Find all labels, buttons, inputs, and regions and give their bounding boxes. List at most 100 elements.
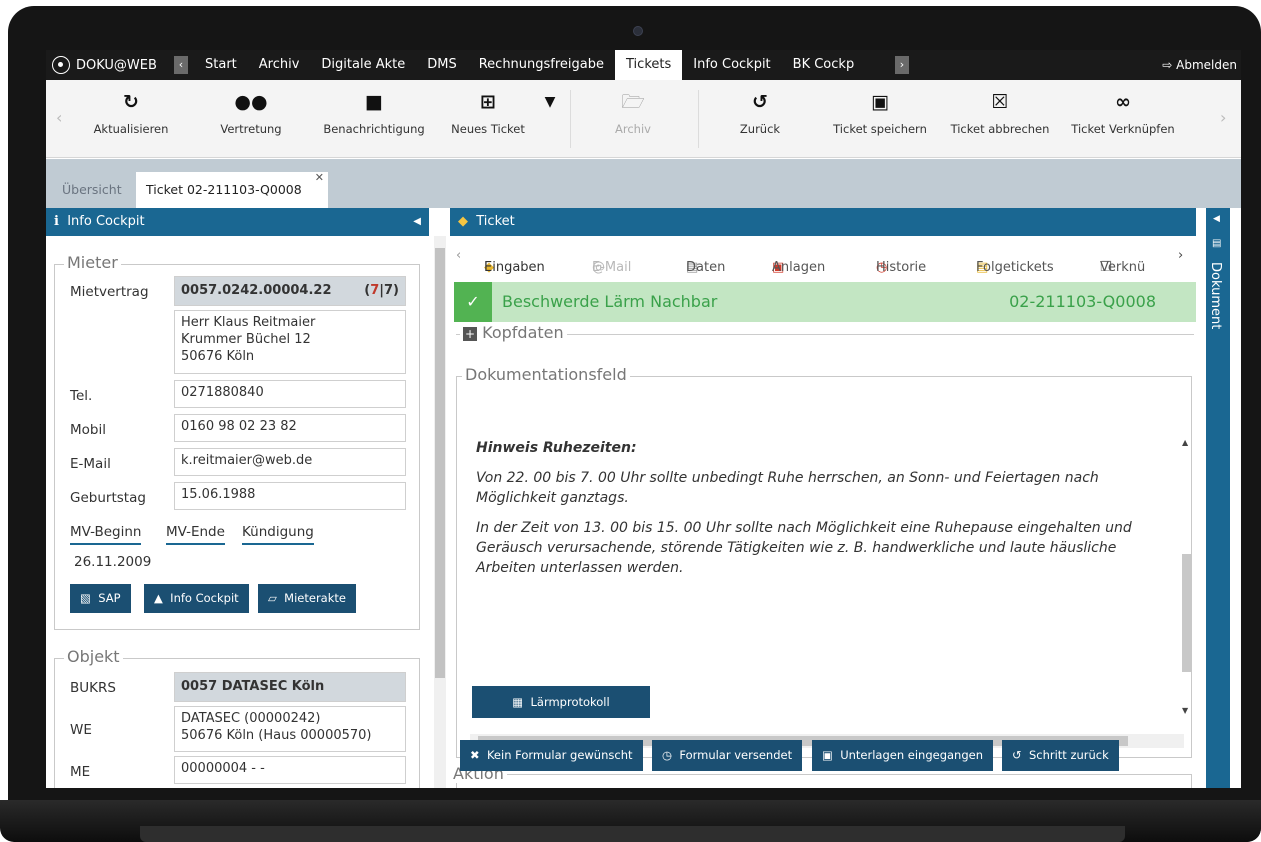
laptop-frame: DOKU@WEB ‹ Start Archiv Digitale Akte DM… — [0, 0, 1261, 842]
email-field[interactable]: k.reitmaier@web.de — [174, 448, 406, 476]
atom-logo-icon — [52, 56, 70, 74]
mietvertrag-field[interactable]: 0057.0242.00004.22 (7|7) — [174, 276, 406, 306]
add-ticket-icon: ⊞ — [480, 91, 496, 113]
toolbar-scroll-left-icon[interactable]: ‹ — [56, 108, 62, 127]
tab-overview[interactable]: Übersicht — [52, 172, 132, 208]
info-cockpit-panel: i Info Cockpit ◀ Mieter Mietvertrag 0057… — [46, 208, 429, 788]
clock-icon: ◷ — [662, 748, 673, 762]
mieter-legend: Mieter — [64, 253, 121, 272]
menu-item-bk-cockpit[interactable]: BK Cockp — [782, 50, 866, 80]
comment-icon: ■ — [365, 91, 383, 113]
new-ticket-dropdown[interactable]: ▼ — [536, 80, 564, 158]
bukrs-label: BUKRS — [70, 680, 116, 696]
geburtstag-label: Geburtstag — [70, 490, 146, 506]
close-tab-icon[interactable]: ✕ — [315, 160, 324, 196]
menu-item-archiv[interactable]: Archiv — [248, 50, 311, 80]
documents-received-button[interactable]: ▣ Unterlagen eingegangen — [812, 740, 993, 771]
brand[interactable]: DOKU@WEB — [52, 50, 157, 80]
logout-icon: ⇨ — [1162, 58, 1173, 72]
toolbar-divider — [698, 90, 699, 148]
no-form-button[interactable]: ✖ Kein Formular gewünscht — [460, 740, 643, 771]
caret-down-icon: ▼ — [544, 94, 556, 110]
close-icon: ✖ — [470, 748, 480, 762]
scroll-up-icon[interactable]: ▲ — [1182, 438, 1192, 448]
back-button[interactable]: ↺ Zurück — [718, 80, 802, 158]
cancel-ticket-icon: ☒ — [991, 91, 1009, 113]
email-label: E-Mail — [70, 456, 111, 472]
mietvertrag-count: (7|7) — [364, 283, 399, 298]
form-sent-button[interactable]: ◷ Formular versendet — [652, 740, 803, 771]
doc-vscroll-thumb[interactable] — [1182, 554, 1192, 672]
tab-mv-ende[interactable]: MV-Ende — [166, 524, 225, 545]
folder-open-icon: 🗁 — [621, 91, 645, 113]
info-cockpit-header: i Info Cockpit ◀ — [46, 208, 429, 236]
nav-scroll-right-icon[interactable]: › — [895, 56, 909, 74]
kopfdaten-toggle[interactable]: + Kopfdaten — [460, 323, 567, 342]
notification-button[interactable]: ■ Benachrichtigung — [318, 80, 430, 158]
menu-item-rechnungsfreigabe[interactable]: Rechnungsfreigabe — [468, 50, 615, 80]
doc-heading: Hinweis Ruhezeiten: — [476, 440, 637, 456]
step-back-button[interactable]: ↺ Schritt zurück — [1002, 740, 1119, 771]
objekt-legend: Objekt — [64, 647, 123, 666]
menu-item-start[interactable]: Start — [194, 50, 248, 80]
we-label: WE — [70, 722, 92, 738]
document-icon: ▤ — [1212, 238, 1222, 249]
doc-paragraph-2: In der Zeit von 13. 00 bis 15. 00 Uhr so… — [476, 520, 1132, 576]
new-ticket-button[interactable]: ⊞ Neues Ticket — [446, 80, 530, 158]
mietvertrag-label: Mietvertrag — [70, 284, 149, 300]
kopfdaten-divider — [456, 334, 1194, 335]
tab-mv-beginn[interactable]: MV-Beginn — [70, 524, 142, 545]
archiv-button[interactable]: 🗁 Archiv — [591, 80, 675, 158]
save-ticket-button[interactable]: ▣ Ticket speichern — [830, 80, 930, 158]
brand-name: DOKU@WEB — [76, 57, 157, 73]
doc-paragraph-1: Von 22. 00 bis 7. 00 Uhr sollte unbeding… — [476, 470, 1099, 506]
info-cockpit-button[interactable]: ▲ Info Cockpit — [144, 584, 249, 613]
logout-button[interactable]: ⇨ Abmelden — [1162, 50, 1237, 80]
laptop-notch — [140, 826, 1125, 842]
toolbar-scroll-right-icon[interactable]: › — [1220, 108, 1226, 127]
we-field[interactable]: DATASEC (00000242) 50676 Köln (Haus 0000… — [174, 706, 406, 752]
menu-item-info-cockpit[interactable]: Info Cockpit — [682, 50, 781, 80]
ticket-header: ◆ Ticket — [450, 208, 1196, 236]
ticket-title: Beschwerde Lärm Nachbar — [502, 292, 718, 311]
tabs-scroll-right-icon[interactable]: › — [1178, 248, 1183, 263]
sap-button[interactable]: ▧ SAP — [70, 584, 131, 613]
mobil-field[interactable]: 0160 98 02 23 82 — [174, 414, 406, 442]
me-field[interactable]: 00000004 - - — [174, 756, 406, 784]
refresh-button[interactable]: ↻ Aktualisieren — [88, 80, 174, 158]
menu-item-dms[interactable]: DMS — [416, 50, 467, 80]
refresh-icon: ↻ — [123, 91, 139, 113]
toolbar-divider — [570, 90, 571, 148]
document-tabs: Übersicht Ticket 02-211103-Q0008 ✕ — [46, 159, 1241, 208]
mieterakte-button[interactable]: ▱ Mieterakte — [258, 584, 356, 613]
collapse-left-icon[interactable]: ◀ — [413, 208, 421, 236]
tel-field[interactable]: 0271880840 — [174, 380, 406, 408]
cancel-ticket-button[interactable]: ☒ Ticket abbrechen — [950, 80, 1050, 158]
documentation-editor[interactable]: Hinweis Ruhezeiten: Von 22. 00 bis 7. 00… — [460, 426, 1183, 702]
top-navigation: DOKU@WEB ‹ Start Archiv Digitale Akte DM… — [46, 50, 1241, 80]
vertretung-button[interactable]: ●● Vertretung — [206, 80, 296, 158]
scroll-down-icon[interactable]: ▼ — [1182, 706, 1192, 716]
left-scrollbar-thumb[interactable] — [435, 248, 445, 678]
main-menu: Start Archiv Digitale Akte DMS Rechnungs… — [194, 50, 865, 80]
app-screen: DOKU@WEB ‹ Start Archiv Digitale Akte DM… — [46, 50, 1241, 788]
undo-icon: ↺ — [752, 91, 768, 113]
menu-item-digitale-akte[interactable]: Digitale Akte — [310, 50, 416, 80]
nav-scroll-left-icon[interactable]: ‹ — [174, 56, 188, 74]
geburtstag-field[interactable]: 15.06.1988 — [174, 482, 406, 510]
tab-kuendigung[interactable]: Kündigung — [242, 524, 314, 545]
menu-item-tickets[interactable]: Tickets — [615, 50, 683, 80]
bukrs-field[interactable]: 0057 DATASEC Köln — [174, 672, 406, 702]
link-icon: ∞ — [1115, 91, 1131, 113]
link-ticket-button[interactable]: ∞ Ticket Verknüpfen — [1068, 80, 1178, 158]
ticket-id: 02-211103-Q0008 — [1009, 292, 1156, 311]
info-icon: i — [54, 214, 59, 229]
tabs-scroll-left-icon[interactable]: ‹ — [456, 248, 461, 263]
document-side-panel[interactable]: ◀ ▤ Dokument — [1206, 208, 1230, 788]
laermprotokoll-button[interactable]: ▦ Lärmprotokoll — [472, 686, 650, 718]
expand-right-icon[interactable]: ◀ — [1213, 214, 1220, 224]
users-icon: ●● — [234, 91, 268, 113]
document-panel-label: Dokument — [1208, 262, 1223, 330]
tab-ticket[interactable]: Ticket 02-211103-Q0008 ✕ — [136, 171, 328, 208]
sap-icon: ▧ — [80, 591, 91, 605]
